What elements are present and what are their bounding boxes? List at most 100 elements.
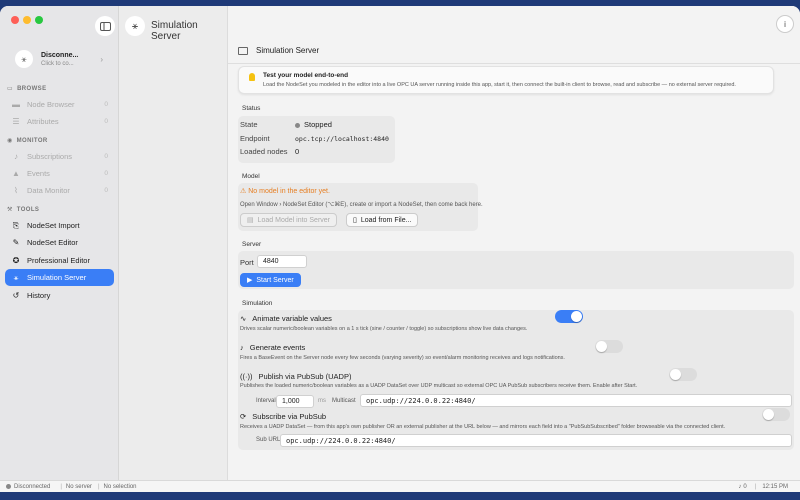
start-server-button[interactable]: ▶ Start Server	[240, 273, 301, 287]
window-close-button[interactable]	[11, 16, 19, 24]
content-list-pane: ⚹ Simulation Server	[119, 6, 228, 480]
server-status: No server	[65, 483, 92, 490]
sidebar-item-simulation-server[interactable]: ⚹ Simulation Server	[5, 269, 114, 286]
sidebar-item-nodeset-editor[interactable]: ✎ NodeSet Editor	[5, 234, 114, 251]
publish-description: Publishes the loaded numeric/boolean var…	[240, 383, 638, 389]
sidebar-icon	[99, 21, 111, 31]
header-divider	[228, 63, 800, 64]
status-dot-icon	[6, 484, 11, 489]
alerts-count: 0	[743, 483, 747, 490]
info-button[interactable]: i	[776, 15, 794, 33]
sidebar-item-subscriptions[interactable]: ♪ Subscriptions 0	[5, 148, 114, 165]
chevron-right-icon: ›	[100, 54, 103, 64]
model-warning-text: No model in the editor yet.	[248, 188, 330, 195]
loaded-nodes-label: Loaded nodes	[240, 147, 288, 156]
sidebar-item-attributes[interactable]: ☰ Attributes 0	[5, 113, 114, 130]
monitor-section-icon: ◉	[7, 138, 13, 144]
sidebar-item-label: Data Monitor	[27, 186, 70, 195]
sync-icon: ⟳	[240, 412, 247, 421]
load-model-button[interactable]: ▤ Load Model into Server	[240, 213, 338, 227]
sidebar-item-count: 0	[104, 118, 108, 125]
sidebar-item-professional-editor[interactable]: ✪ Professional Editor	[5, 252, 114, 269]
selection-status: No selection	[103, 483, 137, 490]
model-warning: ⚠ No model in the editor yet.	[240, 187, 330, 195]
state-value: Stopped	[295, 120, 332, 129]
pane-title: Simulation Server	[151, 20, 198, 42]
sidebar-item-label: Events	[27, 169, 50, 178]
sidebar-toggle-button[interactable]	[95, 16, 115, 36]
publish-title: ((·)) Publish via PubSub (UADP)	[240, 372, 351, 381]
state-value-text: Stopped	[304, 120, 332, 129]
port-input[interactable]: 4840	[257, 255, 307, 268]
subscribe-title-text: Subscribe via PubSub	[252, 412, 327, 421]
sub-url-label: Sub URL	[256, 437, 281, 443]
section-browse: ▭ BROWSE	[7, 85, 47, 93]
sidebar-item-node-browser[interactable]: ▬ Node Browser 0	[5, 96, 114, 113]
toggle-knob	[571, 311, 582, 322]
plug-icon: ⚹	[15, 50, 33, 68]
interval-unit: ms	[318, 398, 326, 404]
status-dot-icon	[295, 122, 300, 128]
detail-header: Simulation Server	[238, 46, 319, 55]
model-heading: Model	[242, 173, 260, 180]
interval-label: Interval	[256, 398, 276, 404]
sidebar-item-label: Subscriptions	[27, 152, 73, 161]
simulation-icon: ⚹	[13, 272, 19, 282]
load-from-file-button[interactable]: ▯ Load from File...	[346, 213, 419, 227]
sidebar-item-count: 0	[104, 153, 108, 160]
load-file-label: Load from File...	[360, 216, 412, 224]
simulation-heading: Simulation	[242, 300, 273, 307]
chart-icon: ⌇	[14, 186, 18, 195]
window-zoom-button[interactable]	[35, 16, 43, 24]
sidebar-item-count: 0	[104, 170, 108, 177]
connection-button[interactable]: ⚹ Disconne... Click to co... ›	[15, 48, 115, 70]
start-server-label: Start Server	[256, 276, 294, 284]
interval-input[interactable]: 1,000	[276, 395, 314, 408]
state-label: State	[240, 120, 258, 129]
events-toggle[interactable]	[595, 340, 623, 353]
sidebar-item-history[interactable]: ↺ History	[5, 287, 114, 304]
sub-url-input[interactable]: opc.udp://224.0.0.22:4840/	[280, 434, 792, 447]
history-icon: ↺	[12, 291, 20, 300]
port-label: Port	[240, 258, 254, 267]
status-heading: Status	[242, 105, 261, 112]
sidebar-item-events[interactable]: ▲ Events 0	[5, 165, 114, 182]
animate-toggle[interactable]	[555, 310, 583, 323]
model-hint: Open Window › NodeSet Editor (⌥⌘E), crea…	[240, 202, 483, 208]
lightbulb-icon	[249, 73, 255, 81]
edit-icon: ✎	[12, 238, 20, 247]
status-bar: Disconnected | No server | No selection …	[0, 480, 800, 492]
toggle-knob	[670, 369, 681, 380]
divider: |	[97, 483, 100, 490]
window-minimize-button[interactable]	[23, 16, 31, 24]
sidebar-item-count: 0	[104, 187, 108, 194]
play-icon: ▶	[247, 277, 253, 284]
section-monitor-label: MONITOR	[16, 137, 48, 144]
endpoint-label: Endpoint	[240, 134, 270, 143]
document-import-icon: ⎘	[12, 220, 20, 230]
animate-title-text: Animate variable values	[252, 314, 332, 323]
tip-body: Load the NodeSet you modeled in the edit…	[263, 82, 736, 88]
publish-toggle[interactable]	[669, 368, 697, 381]
alerts-indicator[interactable]: ♪ 0	[738, 484, 746, 490]
broadcast-icon: ((·))	[240, 372, 253, 381]
section-browse-label: BROWSE	[17, 85, 47, 92]
multicast-label: Multicast	[332, 398, 356, 404]
browse-section-icon: ▭	[7, 86, 14, 92]
subscribe-toggle[interactable]	[762, 408, 790, 421]
sidebar-item-label: NodeSet Import	[27, 221, 80, 230]
document-icon: ▤	[247, 217, 254, 224]
sidebar-item-label: Node Browser	[27, 100, 75, 109]
loaded-nodes-value: 0	[295, 147, 300, 156]
divider: |	[60, 483, 62, 490]
sidebar-item-data-monitor[interactable]: ⌇ Data Monitor 0	[5, 182, 114, 199]
events-description: Fires a BaseEvent on the Server node eve…	[240, 355, 565, 361]
sidebar-item-nodeset-import[interactable]: ⎘ NodeSet Import	[5, 217, 114, 234]
bell-icon: ♪	[240, 343, 244, 352]
multicast-input[interactable]: opc.udp://224.0.0.22:4840/	[360, 394, 792, 407]
events-title-text: Generate events	[249, 343, 306, 352]
status-card: State Stopped Endpoint opc.tcp://localho…	[238, 116, 395, 163]
events-title: ♪ Generate events	[240, 343, 305, 352]
tip-title: Test your model end-to-end	[263, 72, 349, 79]
warning-icon: ▲	[12, 169, 20, 178]
